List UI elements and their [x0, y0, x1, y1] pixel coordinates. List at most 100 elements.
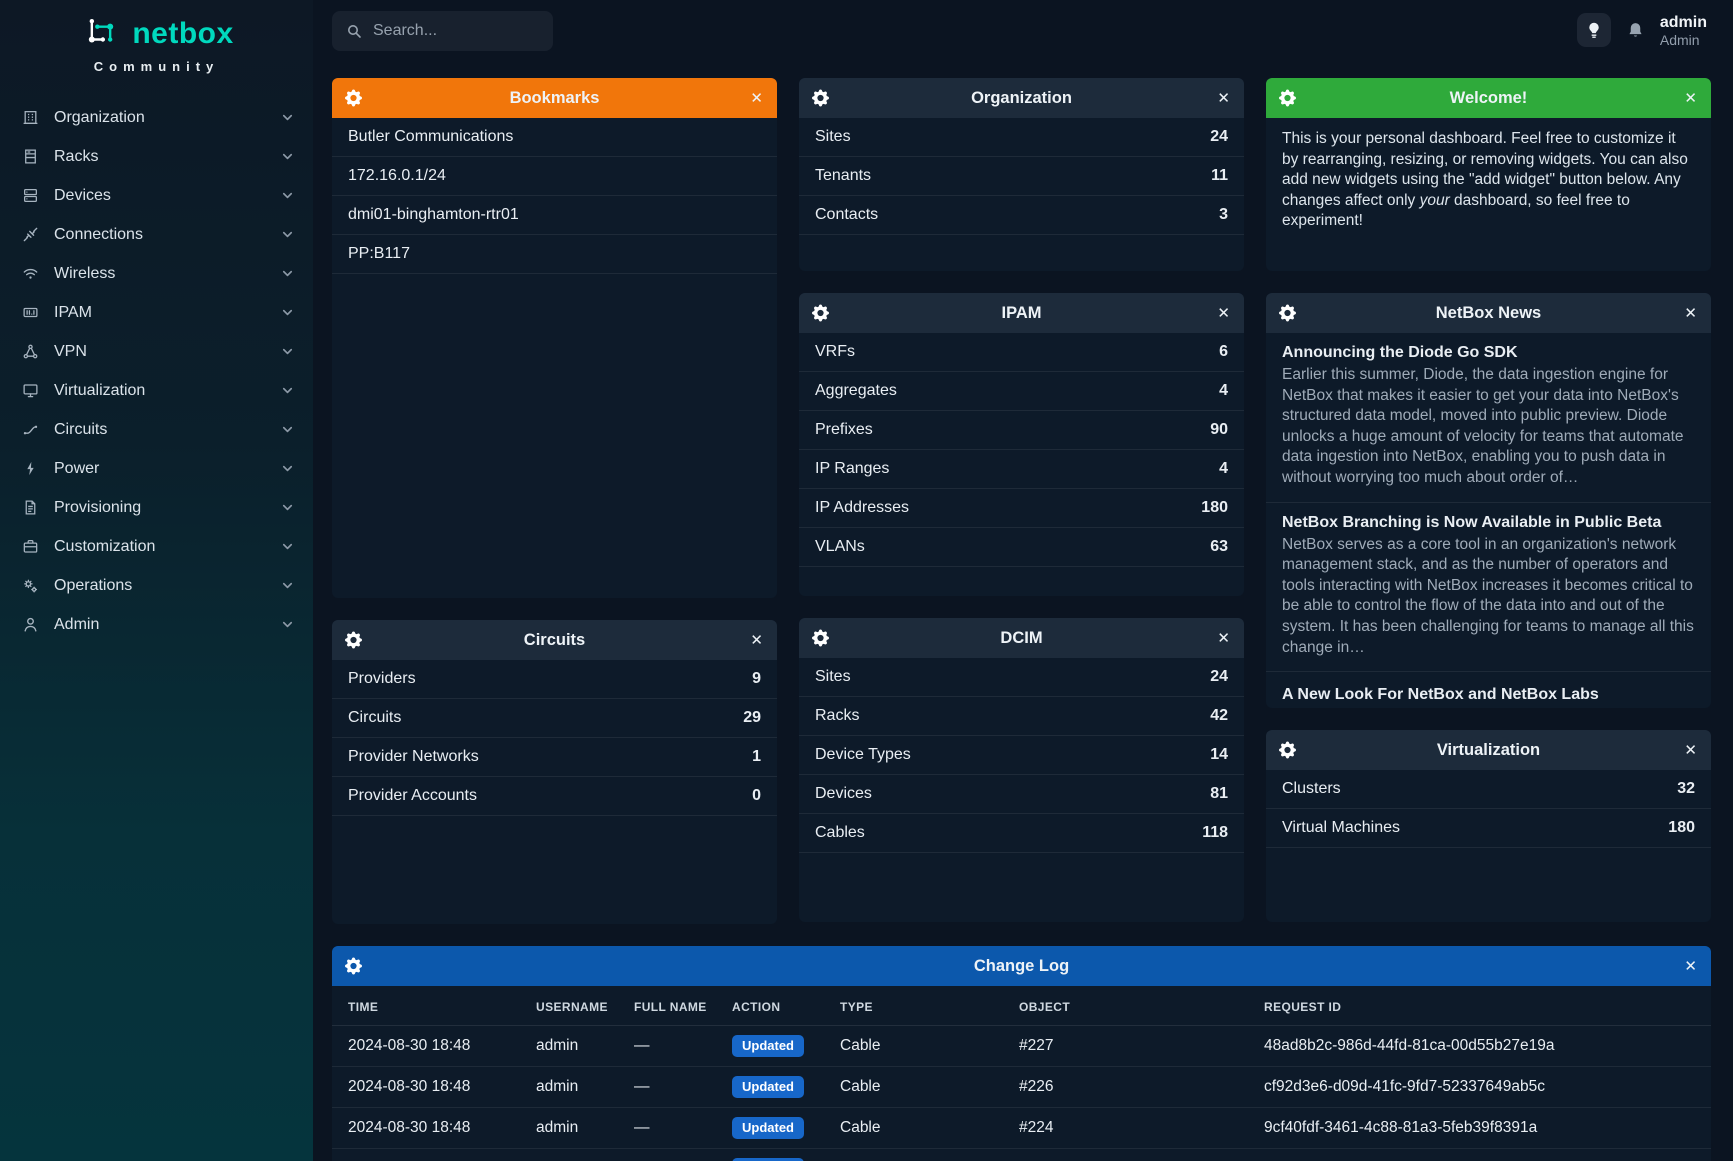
change-object-link[interactable]: #224 [1009, 1108, 1254, 1149]
sidebar-item-power[interactable]: Power [0, 449, 313, 488]
gear-icon[interactable] [1279, 90, 1296, 107]
sidebar-item-circuits[interactable]: Circuits [0, 410, 313, 449]
stat-row[interactable]: IP Addresses180 [799, 489, 1244, 528]
stat-label[interactable]: Provider Accounts [348, 787, 477, 805]
notifications-button[interactable] [1626, 21, 1645, 40]
sidebar-item-connections[interactable]: Connections [0, 215, 313, 254]
close-icon[interactable]: ✕ [1684, 304, 1697, 322]
bookmark-label[interactable]: 172.16.0.1/24 [348, 167, 446, 185]
news-item-title[interactable]: Announcing the Diode Go SDK [1282, 344, 1695, 362]
stat-row[interactable]: Circuits29 [332, 699, 777, 738]
sidebar-item-admin[interactable]: Admin [0, 605, 313, 644]
stat-label[interactable]: Circuits [348, 709, 401, 727]
change-time-link[interactable]: 2024-08-30 18:48 [332, 1026, 526, 1067]
stat-label[interactable]: Contacts [815, 206, 878, 224]
stat-row[interactable]: Sites24 [799, 118, 1244, 157]
stat-row[interactable]: Tenants11 [799, 157, 1244, 196]
stat-label[interactable]: Cables [815, 824, 865, 842]
stat-row[interactable]: Prefixes90 [799, 411, 1244, 450]
stat-label[interactable]: Tenants [815, 167, 871, 185]
stat-row[interactable]: Cables118 [799, 814, 1244, 853]
gear-icon[interactable] [1279, 742, 1296, 759]
sidebar-item-devices[interactable]: Devices [0, 176, 313, 215]
sidebar-item-organization[interactable]: Organization [0, 98, 313, 137]
sidebar-item-operations[interactable]: Operations [0, 566, 313, 605]
change-time-link[interactable]: 2024-08-30 18:47 [332, 1149, 526, 1161]
stat-label[interactable]: IP Ranges [815, 460, 889, 478]
bookmark-item[interactable]: dmi01-binghamton-rtr01 [332, 196, 777, 235]
search-box[interactable] [332, 11, 553, 51]
stat-row[interactable]: VRFs6 [799, 333, 1244, 372]
change-request-id-link[interactable]: 48ad8b2c-986d-44fd-81ca-00d55b27e19a [1254, 1026, 1711, 1067]
stat-row[interactable]: Contacts3 [799, 196, 1244, 235]
stat-label[interactable]: Racks [815, 707, 859, 725]
gear-icon[interactable] [812, 630, 829, 647]
close-icon[interactable]: ✕ [1217, 89, 1230, 107]
change-object-link[interactable]: #227 [1009, 1026, 1254, 1067]
sidebar-item-wireless[interactable]: Wireless [0, 254, 313, 293]
change-time-link[interactable]: 2024-08-30 18:48 [332, 1067, 526, 1108]
stat-row[interactable]: Virtual Machines180 [1266, 809, 1711, 848]
change-request-id-link[interactable]: 7c3c4c3c-ccc9-47f2-89f6-f99391c997c2 [1254, 1149, 1711, 1161]
stat-label[interactable]: VRFs [815, 343, 855, 361]
close-icon[interactable]: ✕ [1684, 957, 1697, 975]
theme-toggle-button[interactable] [1577, 13, 1611, 47]
change-object-link[interactable]: #226 [1009, 1067, 1254, 1108]
news-item-title[interactable]: A New Look For NetBox and NetBox Labs [1282, 686, 1695, 704]
gear-icon[interactable] [345, 632, 362, 649]
close-icon[interactable]: ✕ [1684, 89, 1697, 107]
stat-label[interactable]: Virtual Machines [1282, 819, 1400, 837]
close-icon[interactable]: ✕ [1684, 741, 1697, 759]
close-icon[interactable]: ✕ [1217, 304, 1230, 322]
gear-icon[interactable] [1279, 305, 1296, 322]
sidebar-item-vpn[interactable]: VPN [0, 332, 313, 371]
stat-label[interactable]: Providers [348, 670, 416, 688]
stat-label[interactable]: IP Addresses [815, 499, 909, 517]
sidebar-item-virtualization[interactable]: Virtualization [0, 371, 313, 410]
stat-row[interactable]: Provider Accounts0 [332, 777, 777, 816]
bookmark-label[interactable]: Butler Communications [348, 128, 513, 146]
stat-label[interactable]: Provider Networks [348, 748, 479, 766]
stat-row[interactable]: Providers9 [332, 660, 777, 699]
stat-label[interactable]: VLANs [815, 538, 865, 556]
stat-row[interactable]: Sites24 [799, 658, 1244, 697]
change-object-link[interactable]: #224 [1009, 1149, 1254, 1161]
stat-label[interactable]: Device Types [815, 746, 911, 764]
stat-label[interactable]: Prefixes [815, 421, 873, 439]
gear-icon[interactable] [345, 90, 362, 107]
sidebar-item-provisioning[interactable]: Provisioning [0, 488, 313, 527]
stat-row[interactable]: VLANs63 [799, 528, 1244, 567]
search-input[interactable] [373, 22, 513, 40]
bookmark-label[interactable]: PP:B117 [348, 245, 410, 263]
brand[interactable]: netbox Community [0, 0, 313, 74]
stat-label[interactable]: Aggregates [815, 382, 897, 400]
gear-icon[interactable] [345, 958, 362, 975]
sidebar-item-customization[interactable]: Customization [0, 527, 313, 566]
stat-label[interactable]: Sites [815, 668, 851, 686]
stat-label[interactable]: Clusters [1282, 780, 1341, 798]
bookmark-item[interactable]: Butler Communications [332, 118, 777, 157]
stat-label[interactable]: Devices [815, 785, 872, 803]
stat-label[interactable]: Sites [815, 128, 851, 146]
gear-icon[interactable] [812, 305, 829, 322]
stat-row[interactable]: Provider Networks1 [332, 738, 777, 777]
stat-row[interactable]: IP Ranges4 [799, 450, 1244, 489]
stat-row[interactable]: Racks42 [799, 697, 1244, 736]
user-menu[interactable]: admin Admin [1660, 13, 1707, 49]
stat-row[interactable]: Clusters32 [1266, 770, 1711, 809]
stat-row[interactable]: Device Types14 [799, 736, 1244, 775]
close-icon[interactable]: ✕ [750, 89, 763, 107]
stat-row[interactable]: Devices81 [799, 775, 1244, 814]
gear-icon[interactable] [812, 90, 829, 107]
change-time-link[interactable]: 2024-08-30 18:48 [332, 1108, 526, 1149]
close-icon[interactable]: ✕ [1217, 629, 1230, 647]
news-item-title[interactable]: NetBox Branching is Now Available in Pub… [1282, 514, 1695, 532]
change-request-id-link[interactable]: cf92d3e6-d09d-41fc-9fd7-52337649ab5c [1254, 1067, 1711, 1108]
close-icon[interactable]: ✕ [750, 631, 763, 649]
bookmark-item[interactable]: PP:B117 [332, 235, 777, 274]
stat-row[interactable]: Aggregates4 [799, 372, 1244, 411]
bookmark-item[interactable]: 172.16.0.1/24 [332, 157, 777, 196]
change-request-id-link[interactable]: 9cf40fdf-3461-4c88-81a3-5feb39f8391a [1254, 1108, 1711, 1149]
sidebar-item-ipam[interactable]: IPAM [0, 293, 313, 332]
sidebar-item-racks[interactable]: Racks [0, 137, 313, 176]
